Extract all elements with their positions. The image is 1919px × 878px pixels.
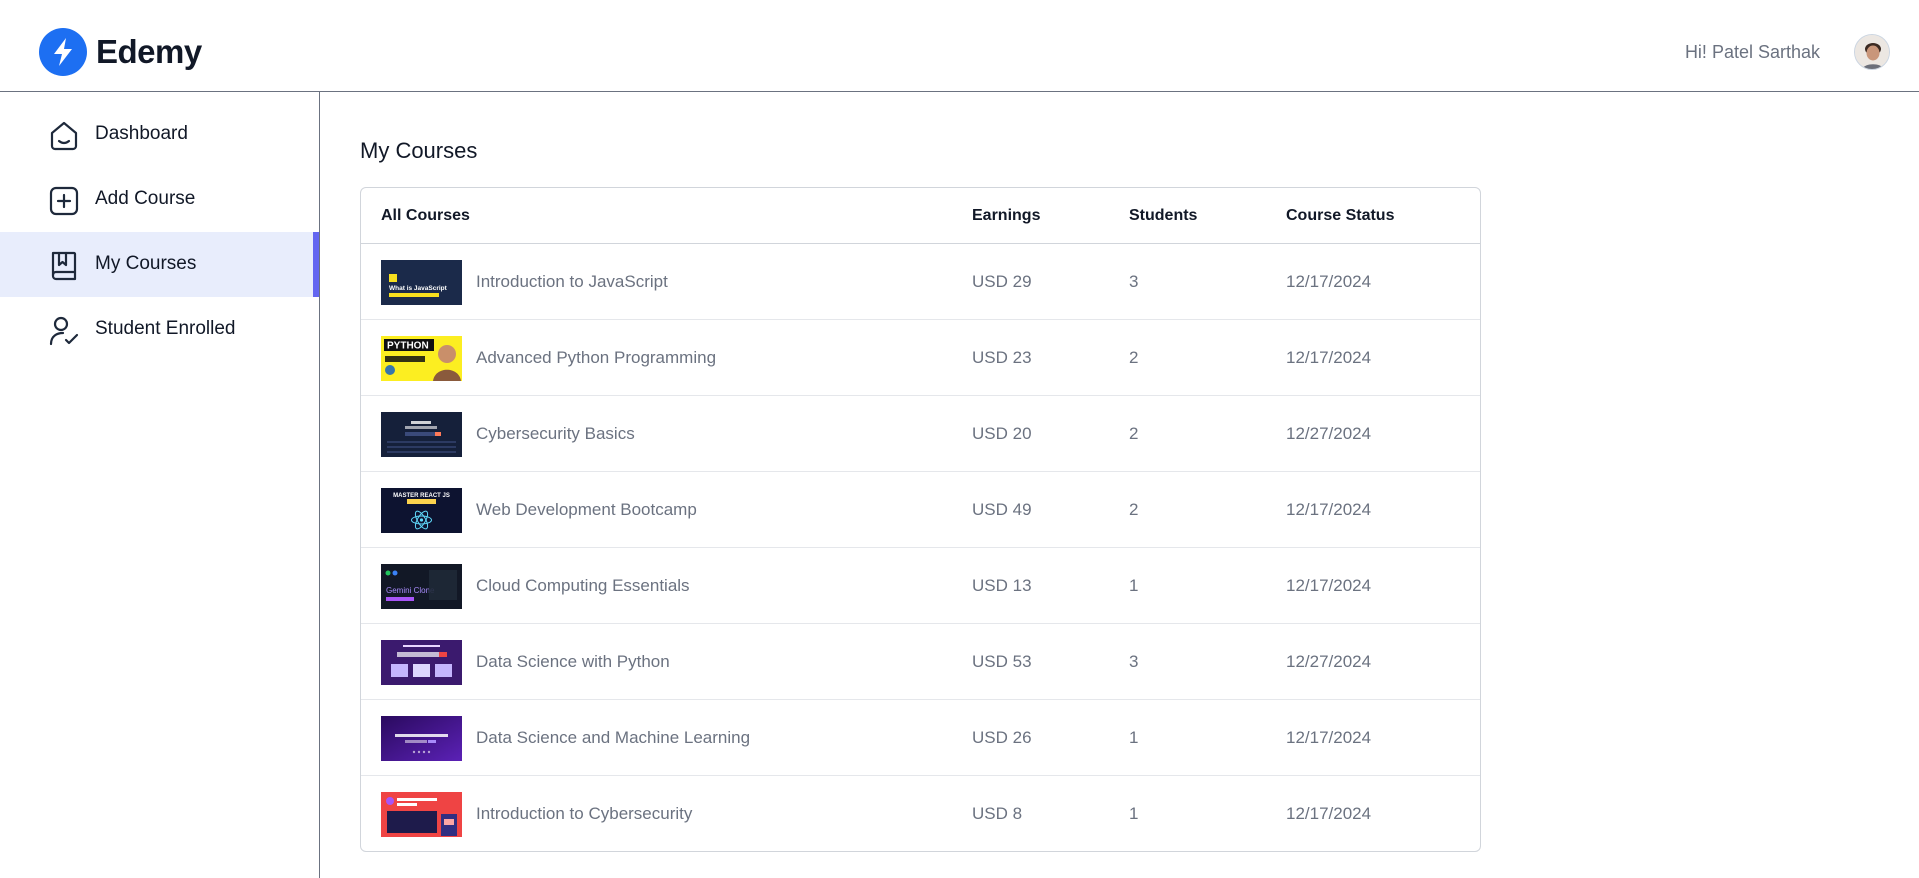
thumbnail-text: PYTHON	[387, 341, 429, 352]
sidebar-item-label: Student Enrolled	[95, 318, 236, 339]
course-thumbnail	[381, 640, 462, 685]
course-status: 12/17/2024	[1286, 348, 1372, 367]
sidebar-item-label: Dashboard	[95, 123, 188, 144]
table-row[interactable]: Data Science with Python USD 53 3 12/27/…	[361, 624, 1480, 700]
course-thumbnail	[381, 716, 462, 761]
course-status: 12/17/2024	[1286, 500, 1372, 519]
course-thumbnail: What is JavaScript	[381, 260, 462, 305]
course-title: Introduction to Cybersecurity	[476, 804, 693, 823]
course-title: Cloud Computing Essentials	[476, 576, 690, 595]
table-row[interactable]: PYTHON Advanced Python Programming USD 2…	[361, 320, 1480, 396]
course-earnings: USD 53	[972, 652, 1032, 671]
course-students: 3	[1129, 652, 1139, 671]
sidebar: Dashboard Add Course My Courses Student …	[0, 92, 320, 878]
course-title: Advanced Python Programming	[476, 348, 717, 367]
sidebar-item-label: My Courses	[95, 253, 197, 274]
thumbnail-text: What is JavaScript	[389, 285, 448, 292]
page-title: My Courses	[360, 138, 478, 163]
course-thumbnail	[381, 412, 462, 457]
table-row[interactable]: Cybersecurity Basics USD 20 2 12/27/2024	[361, 396, 1480, 472]
course-students: 1	[1129, 576, 1139, 595]
thumbnail-text: Gemini Clone	[386, 586, 435, 595]
thumbnail-text: MASTER REACT JS	[393, 493, 450, 499]
course-students: 3	[1129, 272, 1139, 291]
brand-logo[interactable]: Edemy	[39, 28, 202, 76]
course-earnings: USD 23	[972, 348, 1032, 367]
column-header-earnings[interactable]: Earnings	[972, 207, 1040, 225]
course-thumbnail: Gemini Clone	[381, 564, 462, 609]
course-students: 2	[1129, 424, 1139, 443]
course-earnings: USD 29	[972, 272, 1032, 291]
course-thumbnail: PYTHON	[381, 336, 462, 381]
home-icon	[48, 120, 80, 152]
course-students: 1	[1129, 728, 1139, 747]
course-earnings: USD 26	[972, 728, 1032, 747]
user-greeting: Hi! Patel Sarthak	[1684, 42, 1820, 62]
table-row[interactable]: Data Science and Machine Learning USD 26…	[361, 700, 1480, 776]
sidebar-item-label: Add Course	[95, 188, 196, 209]
course-thumbnail	[381, 792, 462, 837]
course-title: Introduction to JavaScript	[476, 272, 668, 291]
course-title: Cybersecurity Basics	[476, 424, 635, 443]
brand-name: Edemy	[96, 33, 202, 70]
table-row[interactable]: Introduction to Cybersecurity USD 8 1 12…	[361, 776, 1480, 851]
table-row[interactable]: Gemini Clone Cloud Computing Essentials …	[361, 548, 1480, 624]
course-students: 1	[1129, 804, 1139, 823]
course-title: Web Development Bootcamp	[476, 500, 697, 519]
user-avatar[interactable]	[1854, 34, 1890, 70]
course-status: 12/27/2024	[1286, 652, 1372, 671]
course-title: Data Science and Machine Learning	[476, 728, 751, 747]
course-thumbnail: MASTER REACT JS	[381, 488, 462, 533]
table-row[interactable]: What is JavaScript Introduction to JavaS…	[361, 244, 1480, 320]
course-earnings: USD 13	[972, 576, 1032, 595]
add-square-icon	[48, 185, 80, 217]
sidebar-item-my-courses[interactable]: My Courses	[0, 232, 319, 297]
table-row[interactable]: MASTER REACT JS Web Development Bootcamp…	[361, 472, 1480, 548]
courses-table: All Courses Earnings Students Course Sta…	[360, 187, 1481, 852]
course-students: 2	[1129, 500, 1139, 519]
column-header-students[interactable]: Students	[1129, 207, 1197, 225]
course-status: 12/17/2024	[1286, 272, 1372, 291]
course-earnings: USD 8	[972, 804, 1023, 823]
lightning-icon	[39, 28, 87, 76]
sidebar-item-student-enrolled[interactable]: Student Enrolled	[0, 297, 319, 362]
table-header: All Courses Earnings Students Course Sta…	[361, 188, 1480, 244]
course-earnings: USD 49	[972, 500, 1032, 519]
course-status: 12/27/2024	[1286, 424, 1372, 443]
column-header-all-courses[interactable]: All Courses	[381, 207, 470, 225]
course-students: 2	[1129, 348, 1139, 367]
user-check-icon	[48, 315, 80, 347]
course-title: Data Science with Python	[476, 652, 670, 671]
top-header: Edemy Hi! Patel Sarthak	[0, 0, 1919, 92]
bookmark-book-icon	[48, 250, 80, 282]
sidebar-item-dashboard[interactable]: Dashboard	[0, 102, 319, 167]
course-status: 12/17/2024	[1286, 728, 1372, 747]
course-status: 12/17/2024	[1286, 576, 1372, 595]
course-status: 12/17/2024	[1286, 804, 1372, 823]
sidebar-item-add-course[interactable]: Add Course	[0, 167, 319, 232]
column-header-course-status[interactable]: Course Status	[1286, 207, 1394, 225]
course-earnings: USD 20	[972, 424, 1032, 443]
